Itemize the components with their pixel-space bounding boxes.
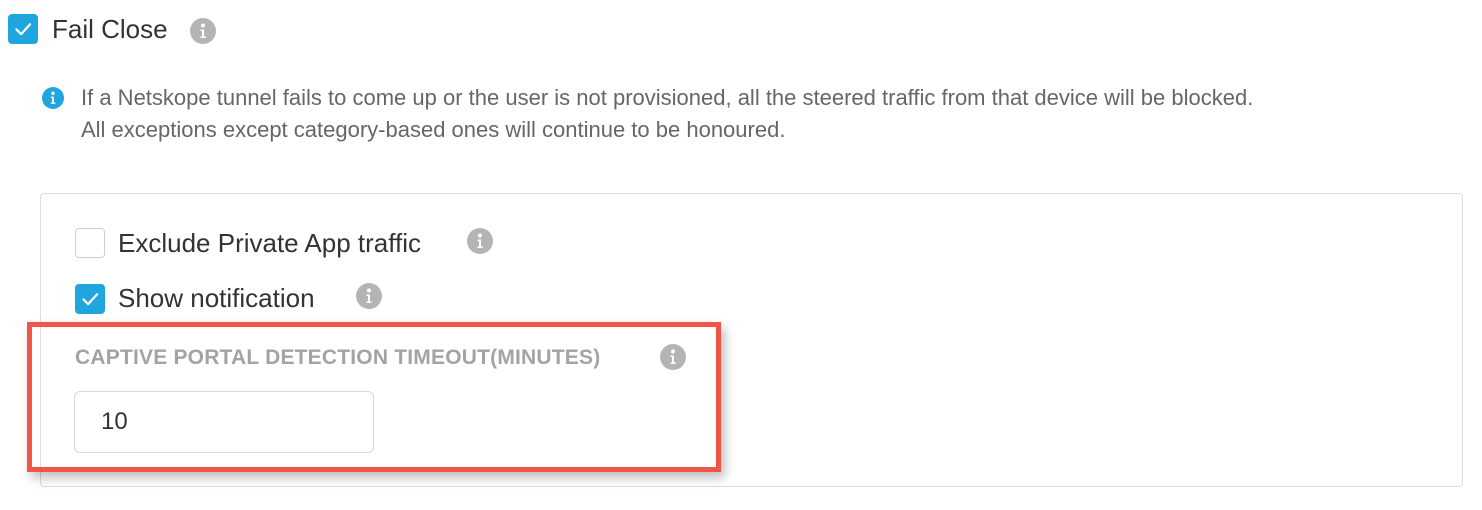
fail-close-label: Fail Close (52, 14, 168, 44)
captive-portal-timeout-input[interactable] (74, 391, 374, 453)
show-notification-label: Show notification (118, 283, 315, 313)
exclude-private-app-label: Exclude Private App traffic (118, 228, 422, 258)
fail-close-settings: Fail Close If a Netskope tunnel fails to… (0, 0, 1482, 510)
fail-close-info-icon[interactable] (190, 18, 216, 44)
checkmark-icon (82, 293, 99, 306)
exclude-private-app-checkbox[interactable] (75, 228, 105, 258)
show-notification-info-icon[interactable] (356, 283, 382, 309)
captive-portal-timeout-info-icon[interactable] (660, 344, 686, 370)
fail-close-description: If a Netskope tunnel fails to come up or… (81, 85, 1254, 142)
captive-portal-timeout-label: CAPTIVE PORTAL DETECTION TIMEOUT(MINUTES… (75, 346, 601, 369)
checkmark-icon (15, 23, 32, 36)
exclude-private-app-info-icon[interactable] (467, 228, 493, 254)
note-info-icon (42, 87, 64, 109)
show-notification-checkbox[interactable] (75, 284, 105, 314)
fail-close-checkbox[interactable] (8, 14, 38, 44)
